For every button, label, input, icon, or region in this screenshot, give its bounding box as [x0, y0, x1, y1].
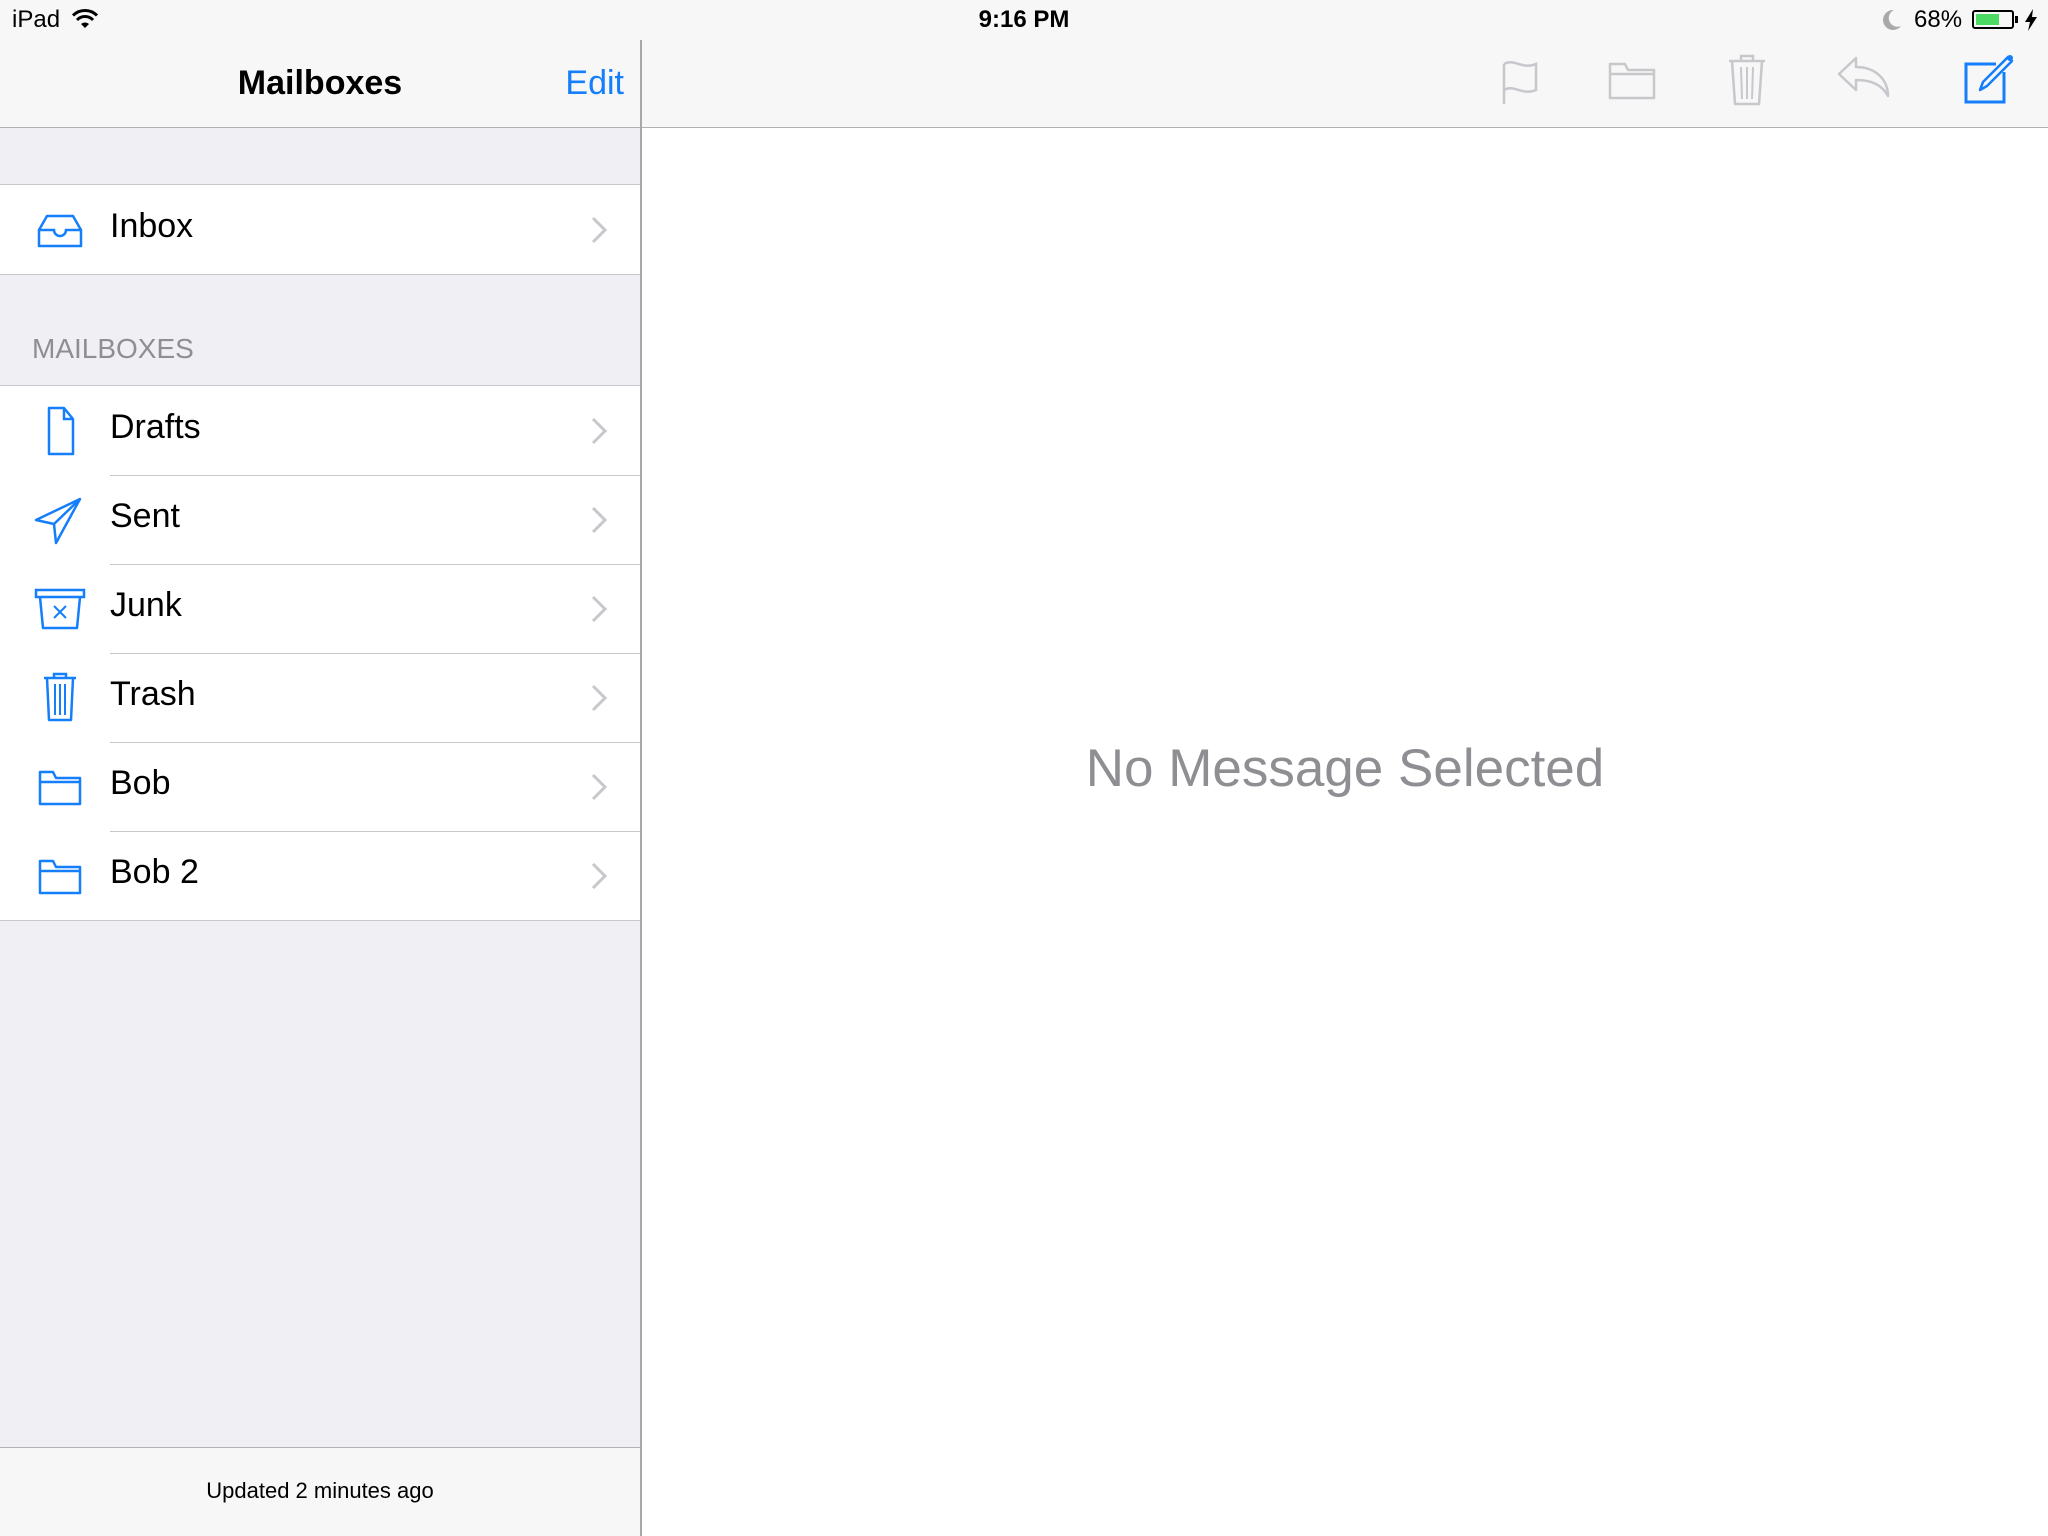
update-status: Updated 2 minutes ago: [206, 1478, 434, 1503]
junk-bin-icon: [34, 588, 86, 630]
inbox-tray-icon: [37, 214, 83, 248]
chevron-right-icon: [591, 862, 608, 890]
battery-icon: [1972, 10, 2014, 29]
mailbox-row-inbox[interactable]: Inbox: [0, 185, 640, 274]
mailbox-row-trash[interactable]: Trash: [0, 653, 640, 742]
mailbox-label: Drafts: [110, 408, 201, 446]
status-bar: iPad 9:16 PM 68%: [0, 0, 2048, 40]
chevron-right-icon: [591, 417, 608, 445]
mailboxes-list: Drafts Sent Junk Trash Bob Bob 2: [0, 385, 640, 921]
mailbox-row-bob-2[interactable]: Bob 2: [0, 831, 640, 920]
battery-level-fill: [1976, 14, 2000, 25]
document-icon: [47, 406, 75, 456]
mailbox-row-bob[interactable]: Bob: [0, 742, 640, 831]
trash-icon[interactable]: [1719, 52, 1775, 108]
chevron-right-icon: [591, 216, 608, 244]
mailbox-label: Junk: [110, 586, 182, 624]
compose-icon[interactable]: [1960, 52, 2016, 108]
moon-icon: [1883, 9, 1901, 30]
move-to-folder-icon[interactable]: [1604, 52, 1660, 108]
inbox-group: Inbox: [0, 184, 640, 275]
paper-plane-icon: [34, 497, 82, 545]
mailboxes-sidebar: Mailboxes Edit Inbox MAILBOXES Drafts Se…: [0, 0, 642, 1536]
status-time: 9:16 PM: [978, 6, 1070, 33]
sidebar-footer-toolbar: Updated 2 minutes ago: [0, 1447, 640, 1536]
chevron-right-icon: [591, 773, 608, 801]
page-title: Mailboxes: [237, 64, 403, 102]
mailbox-label: Trash: [110, 675, 196, 713]
edit-button[interactable]: Edit: [565, 64, 624, 103]
mailbox-label: Inbox: [110, 207, 194, 245]
mailbox-label: Sent: [110, 497, 180, 535]
chevron-right-icon: [591, 595, 608, 623]
mailbox-row-drafts[interactable]: Drafts: [0, 386, 640, 475]
message-detail-pane: No Message Selected: [642, 0, 2048, 1536]
flag-icon[interactable]: [1494, 52, 1550, 108]
chevron-right-icon: [591, 506, 608, 534]
empty-state-message: No Message Selected: [1085, 739, 1605, 798]
battery-tip: [2015, 16, 2018, 23]
trash-icon: [44, 672, 76, 722]
reply-icon[interactable]: [1836, 52, 1892, 108]
folder-icon: [38, 770, 82, 806]
battery-percent: 68%: [1914, 6, 1963, 33]
bolt-icon: [2025, 9, 2037, 31]
folder-icon: [38, 859, 82, 895]
mailbox-row-junk[interactable]: Junk: [0, 564, 640, 653]
chevron-right-icon: [591, 684, 608, 712]
section-header-mailboxes: MAILBOXES: [32, 333, 194, 364]
mailbox-row-sent[interactable]: Sent: [0, 475, 640, 564]
mailbox-label: Bob: [110, 764, 171, 802]
mailbox-label: Bob 2: [110, 853, 199, 891]
